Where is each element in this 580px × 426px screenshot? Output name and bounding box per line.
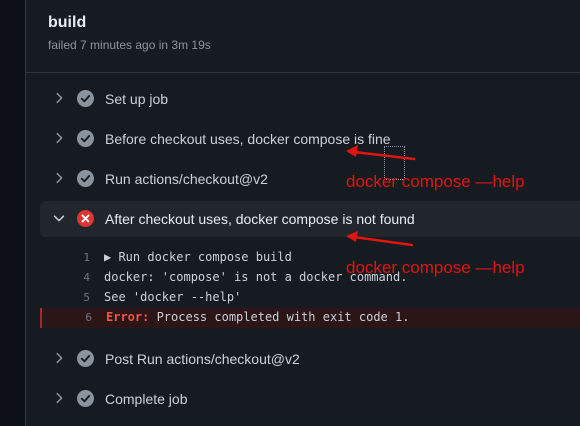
step-set-up-job[interactable]: Set up job	[40, 81, 580, 117]
error-message: Process completed with exit code 1.	[149, 310, 410, 324]
chevron-right-icon	[56, 172, 63, 184]
error-keyword: Error:	[106, 310, 150, 324]
step-before-checkout[interactable]: Before checkout uses, docker compose is …	[40, 121, 580, 157]
annotation-text: docker compose —help	[346, 172, 525, 191]
annotation-text: docker compose —help	[346, 258, 525, 277]
log-line-text: Error: Process completed with exit code …	[106, 310, 409, 324]
check-circle-icon	[77, 390, 94, 407]
red-arrow-annotation	[346, 231, 414, 247]
job-subtitle: failed 7 minutes ago in 3m 19s	[48, 38, 211, 52]
log-line-error: 6 Error: Process completed with exit cod…	[40, 308, 580, 328]
chevron-right-icon	[56, 352, 63, 364]
log-line-number: 1	[83, 251, 90, 264]
check-circle-icon	[77, 130, 94, 147]
step-after-checkout[interactable]: After checkout uses, docker compose is n…	[40, 201, 580, 237]
step-post-run-checkout[interactable]: Post Run actions/checkout@v2	[40, 341, 580, 377]
step-label: Set up job	[105, 91, 169, 107]
check-circle-icon	[77, 350, 94, 367]
job-title: build	[48, 14, 87, 31]
log-line-number: 4	[83, 271, 90, 284]
chevron-right-icon	[56, 92, 63, 104]
step-label: Run actions/checkout@v2	[105, 171, 268, 187]
check-circle-icon	[77, 170, 94, 187]
log-line-text: See 'docker --help'	[104, 290, 242, 304]
step-label: Post Run actions/checkout@v2	[105, 351, 300, 367]
chevron-right-icon	[56, 132, 63, 144]
x-circle-icon	[77, 210, 94, 227]
chevron-down-icon	[53, 215, 65, 222]
log-line-text[interactable]: ▶ Run docker compose build	[104, 250, 292, 264]
step-label: Complete job	[105, 391, 188, 407]
left-sidebar-strip	[0, 0, 26, 426]
chevron-right-icon	[56, 392, 63, 404]
step-label: After checkout uses, docker compose is n…	[105, 211, 415, 227]
log-line-number: 6	[85, 311, 92, 324]
job-header: build failed 7 minutes ago in 3m 19s	[26, 0, 580, 73]
check-circle-icon	[77, 90, 94, 107]
log-line-number: 5	[83, 291, 90, 304]
red-arrow-annotation	[346, 145, 416, 161]
log-line: 5 See 'docker --help'	[40, 288, 580, 308]
step-complete-job[interactable]: Complete job	[40, 381, 580, 417]
